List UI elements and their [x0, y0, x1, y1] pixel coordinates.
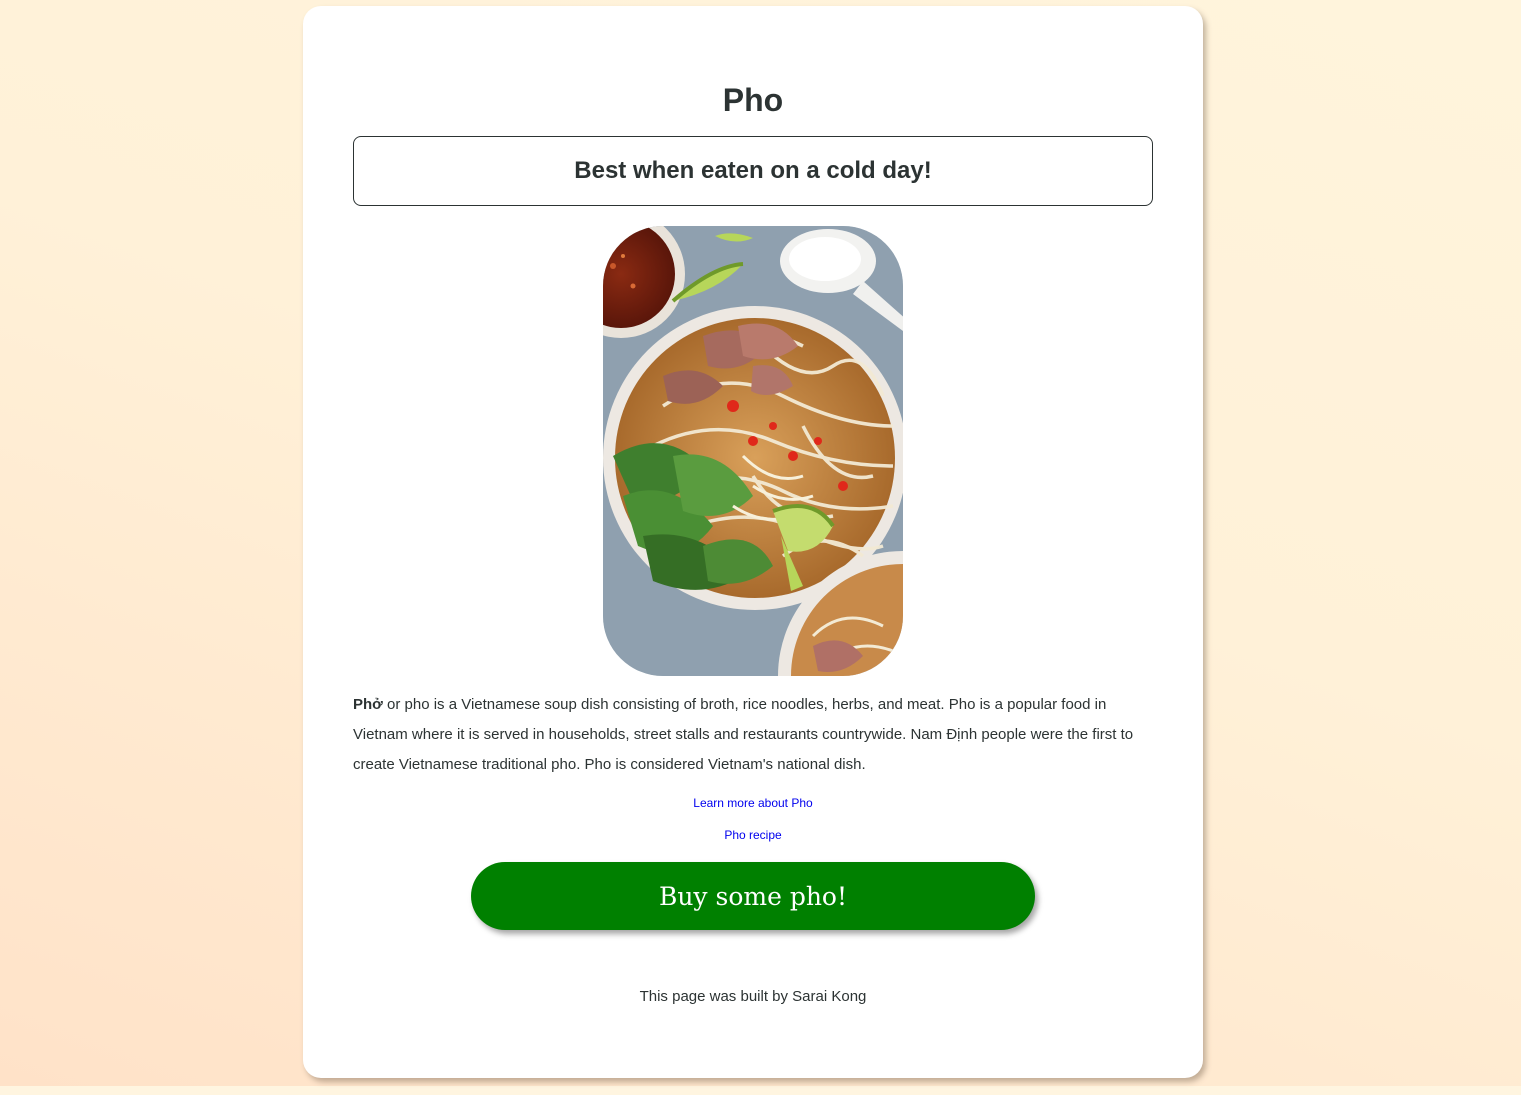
- description: Phở or pho is a Vietnamese soup dish con…: [353, 690, 1153, 780]
- page-title: Pho: [722, 82, 784, 118]
- tagline-box: Best when eaten on a cold day!: [353, 136, 1153, 206]
- description-term: Phở: [353, 696, 383, 713]
- pho-bowl-photo: [603, 226, 903, 676]
- tagline-text: Best when eaten on a cold day!: [574, 157, 932, 184]
- description-text: or pho is a Vietnamese soup dish consist…: [353, 696, 1134, 773]
- recipe-link[interactable]: Pho recipe: [303, 828, 1203, 842]
- learn-more-link[interactable]: Learn more about Pho: [303, 796, 1203, 810]
- buy-button[interactable]: Buy some pho!: [471, 862, 1035, 930]
- content-card: Pho Best when eaten on a cold day! Phở o…: [303, 6, 1203, 1078]
- page-bottom-strip: [0, 1086, 1521, 1095]
- footer-credit: This page was built by Sarai Kong: [639, 988, 867, 1005]
